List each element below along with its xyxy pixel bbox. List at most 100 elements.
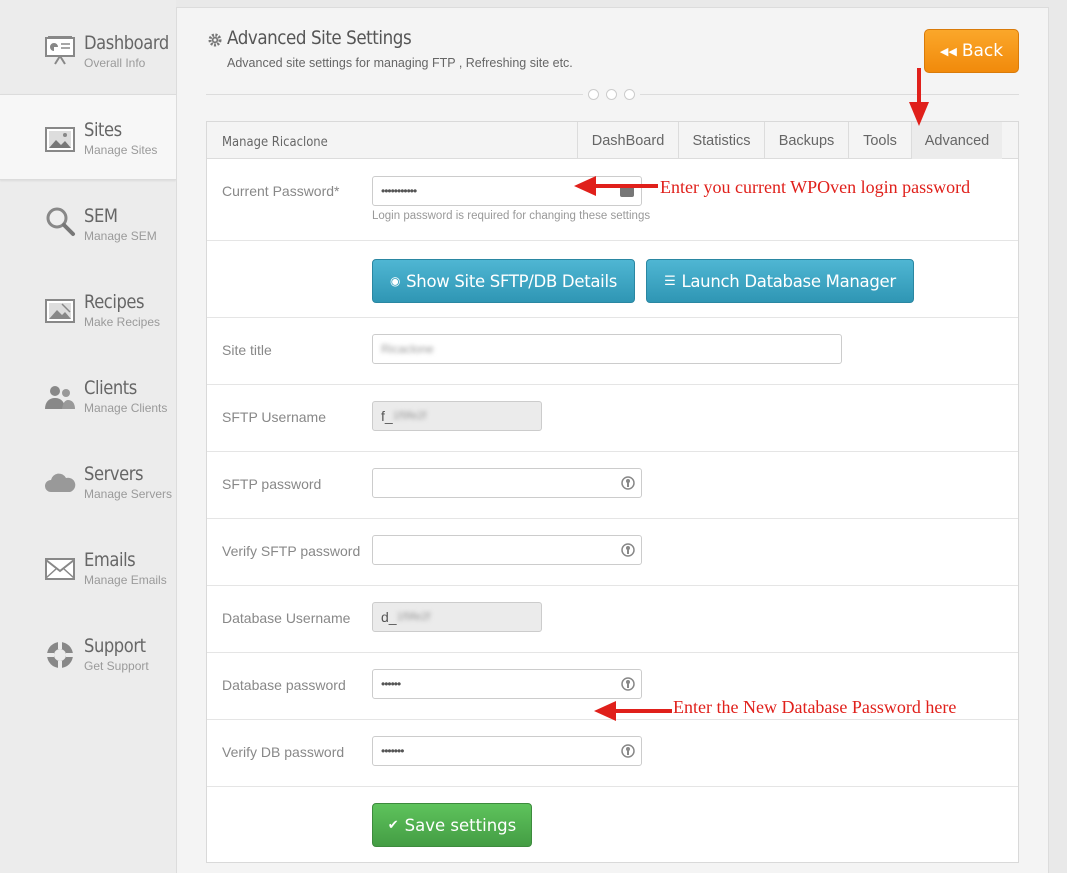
sidebar-item-title: Dashboard <box>84 32 169 54</box>
sidebar-item-clients[interactable]: Clients Manage Clients <box>0 353 176 439</box>
db-password-value: •••••• <box>381 677 401 691</box>
db-password-annotation: Enter the New Database Password here <box>673 697 957 717</box>
presentation-board-icon <box>45 36 75 65</box>
verify-db-password-field[interactable]: ••••••• <box>372 736 642 766</box>
card-title: Manage Ricaclone <box>222 134 328 150</box>
sidebar-item-sites[interactable]: Sites Manage Sites <box>0 94 176 180</box>
site-title-field[interactable]: Ricaclone <box>372 334 842 364</box>
gear-icon <box>208 33 222 47</box>
back-button[interactable]: ◀◀ Back <box>924 29 1019 73</box>
sidebar-item-title: Emails <box>84 549 136 571</box>
sidebar-item-subtitle: Manage Servers <box>84 487 173 501</box>
sidebar-item-dashboard[interactable]: Dashboard Overall Info <box>0 8 176 94</box>
divider-dots <box>583 89 640 100</box>
arrow-to-db-password <box>594 701 672 721</box>
sidebar-item-subtitle: Manage Emails <box>84 573 167 587</box>
envelope-icon <box>45 558 75 580</box>
dot <box>588 89 599 100</box>
site-title-value: Ricaclone <box>381 342 434 356</box>
card-header: Manage Ricaclone DashBoard Statistics Ba… <box>207 122 1018 159</box>
save-row: ✔ Save settings <box>207 787 1018 862</box>
actions-row: ◉ Show Site SFTP/DB Details ☰ Launch Dat… <box>207 241 1018 318</box>
image-icon <box>45 127 75 152</box>
verify-sftp-password-row: Verify SFTP password <box>207 519 1018 586</box>
site-title-label: Site title <box>222 342 272 358</box>
sidebar-item-title: Recipes <box>84 291 145 313</box>
show-sftp-db-details-button[interactable]: ◉ Show Site SFTP/DB Details <box>372 259 635 303</box>
current-password-value: ••••••••••• <box>381 184 417 198</box>
sidebar-item-subtitle: Manage Sites <box>84 143 158 157</box>
sidebar-item-emails[interactable]: Emails Manage Emails <box>0 525 176 611</box>
current-password-label: Current Password* <box>222 183 340 199</box>
verify-sftp-password-field[interactable] <box>372 535 642 565</box>
list-icon: ☰ <box>664 273 676 289</box>
settings-card: Manage Ricaclone DashBoard Statistics Ba… <box>206 121 1019 863</box>
sidebar-item-subtitle: Get Support <box>84 659 149 673</box>
db-username-label: Database Username <box>222 610 351 626</box>
db-username-field[interactable]: d_ 1f9fe2f <box>372 602 542 632</box>
key-icon <box>621 543 635 557</box>
arrow-to-current-password <box>574 176 658 196</box>
launch-db-label: Launch Database Manager <box>681 271 896 291</box>
cloud-icon <box>45 473 76 492</box>
sidebar-item-title: Clients <box>84 377 137 399</box>
sftp-password-field[interactable] <box>372 468 642 498</box>
dot <box>624 89 635 100</box>
sidebar-item-subtitle: Overall Info <box>84 56 146 70</box>
current-password-help: Login password is required for changing … <box>372 210 651 222</box>
key-icon <box>621 476 635 490</box>
sidebar-item-recipes[interactable]: Recipes Make Recipes <box>0 267 176 353</box>
verify-db-password-label: Verify DB password <box>222 744 345 760</box>
sftp-password-row: SFTP password <box>207 452 1018 519</box>
sidebar-item-title: Servers <box>84 463 144 485</box>
sidebar-item-subtitle: Manage Clients <box>84 401 168 415</box>
sftp-username-field[interactable]: f_ 1f9fe2f <box>372 401 542 431</box>
page-subtitle: Advanced site settings for managing FTP … <box>227 56 573 70</box>
sftp-password-label: SFTP password <box>222 476 322 492</box>
tab-tools[interactable]: Tools <box>848 122 911 159</box>
recipe-image-icon <box>45 299 75 323</box>
sftp-username-label: SFTP Username <box>222 409 326 425</box>
db-username-row: Database Username d_ 1f9fe2f <box>207 586 1018 653</box>
lifebuoy-icon <box>47 642 73 668</box>
sftp-username-rest: 1f9fe2f <box>392 410 427 422</box>
backward-icon: ◀◀ <box>939 44 957 58</box>
sidebar-item-title: SEM <box>84 205 118 227</box>
back-button-label: Back <box>961 41 1004 61</box>
db-username-prefix: d_ <box>381 609 397 625</box>
sidebar-item-title: Sites <box>84 119 122 141</box>
tab-statistics[interactable]: Statistics <box>678 122 764 159</box>
verify-sftp-password-label: Verify SFTP password <box>222 543 361 559</box>
sftp-username-prefix: f_ <box>381 408 393 424</box>
sidebar-item-servers[interactable]: Servers Manage Servers <box>0 439 176 525</box>
key-icon <box>621 677 635 691</box>
main-panel: Advanced Site Settings Advanced site set… <box>176 7 1049 873</box>
sftp-username-row: SFTP Username f_ 1f9fe2f <box>207 385 1018 452</box>
sidebar-item-support[interactable]: Support Get Support <box>0 611 176 697</box>
arrow-to-advanced-tab <box>909 68 929 126</box>
db-username-rest: 1f9fe2f <box>396 611 431 623</box>
tab-dashboard[interactable]: DashBoard <box>577 122 678 159</box>
dot <box>606 89 617 100</box>
current-password-annotation: Enter you current WPOven login password <box>660 177 971 197</box>
show-details-label: Show Site SFTP/DB Details <box>406 271 618 291</box>
sidebar-item-sem[interactable]: SEM Manage SEM <box>0 181 176 267</box>
eye-icon: ◉ <box>389 274 401 288</box>
sidebar-item-title: Support <box>84 635 146 657</box>
launch-database-manager-button[interactable]: ☰ Launch Database Manager <box>646 259 914 303</box>
verify-db-password-row: Verify DB password ••••••• <box>207 720 1018 787</box>
tab-backups[interactable]: Backups <box>764 122 848 159</box>
site-title-row: Site title Ricaclone <box>207 318 1018 385</box>
sidebar-item-subtitle: Make Recipes <box>84 315 161 329</box>
sidebar-item-subtitle: Manage SEM <box>84 229 157 243</box>
verify-db-password-value: ••••••• <box>381 744 404 758</box>
magnifier-icon <box>46 207 75 236</box>
users-icon <box>45 386 75 409</box>
save-settings-label: Save settings <box>404 815 517 835</box>
checkmark-icon: ✔ <box>387 817 399 833</box>
db-password-field[interactable]: •••••• <box>372 669 642 699</box>
db-password-label: Database password <box>222 677 346 693</box>
save-settings-button[interactable]: ✔ Save settings <box>372 803 532 847</box>
sidebar: Dashboard Overall Info Sites Manage Site… <box>0 0 176 873</box>
page-title: Advanced Site Settings <box>227 27 412 49</box>
